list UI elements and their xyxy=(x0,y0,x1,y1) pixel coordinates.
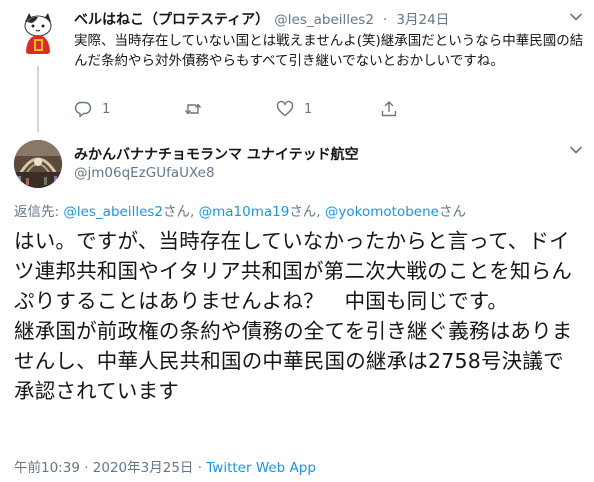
tweet-text: 実際、当時存在していない国とは戦えませんよ(笑)継承国だというなら中華民國の結ん… xyxy=(74,33,584,69)
display-name[interactable]: みかんバナナチョモランマ ユナイテッド航空 xyxy=(74,144,359,164)
reply-icon xyxy=(74,101,92,118)
tweet-timestamp[interactable]: 午前10:39 · 2020年3月25日 · xyxy=(14,460,206,476)
handle[interactable]: @jm06qEzGUfaUXe8 xyxy=(74,165,215,181)
mention-link[interactable]: @yokomotobene xyxy=(325,204,439,220)
retweet-icon xyxy=(184,103,202,115)
handle[interactable]: @les_abeilles2 xyxy=(274,12,374,28)
tweet-text: はい。ですが、当時存在していなかったからと言って、ドイツ連邦共和国やイタリア共和… xyxy=(14,229,573,403)
display-name[interactable]: ベルはねこ（プロテスティア） xyxy=(74,12,269,28)
like-button[interactable]: 1 xyxy=(276,98,312,120)
like-count: 1 xyxy=(304,101,313,117)
chevron-down-icon[interactable] xyxy=(567,8,585,26)
chevron-down-icon[interactable] xyxy=(567,141,585,159)
tweet-actions: 1 1 xyxy=(74,98,574,120)
heart-icon xyxy=(276,100,294,117)
tweet-source-link[interactable]: Twitter Web App xyxy=(206,460,316,476)
separator-dot: · xyxy=(383,12,388,28)
mention-link[interactable]: @les_abeilles2 xyxy=(63,204,163,220)
tweet-date[interactable]: 3月24日 xyxy=(396,12,449,28)
parent-tweet[interactable]: ベルはねこ（プロテスティア） @les_abeilles2 · 3月24日 実際… xyxy=(0,0,594,132)
mention-link[interactable]: @ma10ma19 xyxy=(199,204,290,220)
share-icon xyxy=(381,101,397,117)
mention-suffix: さん, xyxy=(163,204,199,220)
avatar[interactable] xyxy=(14,8,62,56)
reply-to-line: 返信先: @les_abeilles2さん, @ma10ma19さん, @yok… xyxy=(14,200,466,220)
thread-connector-line xyxy=(37,66,39,132)
reply-button[interactable]: 1 xyxy=(74,98,110,120)
mention-suffix: さん, xyxy=(289,204,325,220)
share-button[interactable] xyxy=(380,98,398,120)
parent-tweet-header: ベルはねこ（プロテスティア） @les_abeilles2 · 3月24日 xyxy=(74,8,574,28)
avatar[interactable] xyxy=(14,140,62,188)
tweet-meta: 午前10:39 · 2020年3月25日 · Twitter Web App xyxy=(14,456,316,476)
hall-photo-avatar-icon xyxy=(14,140,62,188)
retweet-button[interactable] xyxy=(184,98,212,120)
cat-avatar-icon xyxy=(14,8,62,56)
reply-to-prefix: 返信先: xyxy=(14,204,64,220)
mention-suffix: さん xyxy=(438,204,466,220)
reply-count: 1 xyxy=(102,101,111,117)
